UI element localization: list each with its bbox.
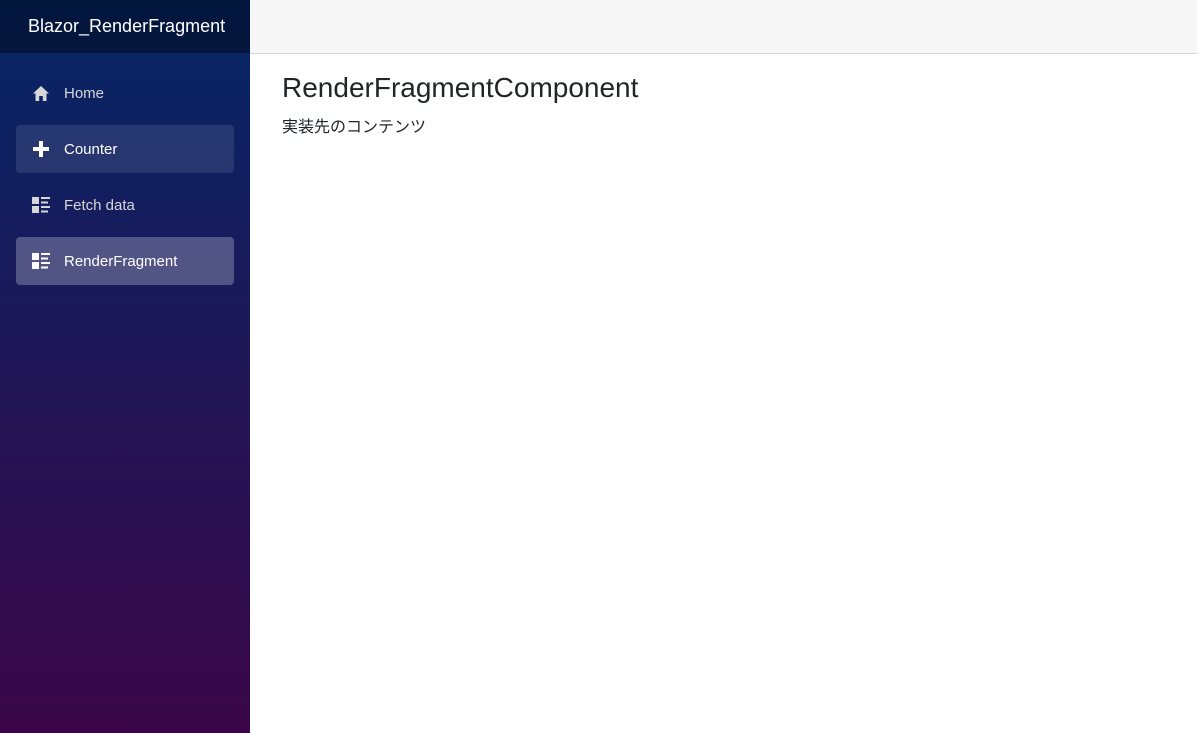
page-content: RenderFragmentComponent 実装先のコンテンツ xyxy=(250,54,1197,137)
page-title: RenderFragmentComponent xyxy=(282,72,639,103)
home-icon xyxy=(31,83,51,103)
plus-icon xyxy=(31,139,51,159)
sidebar-item-label: Home xyxy=(64,84,105,102)
main-area: RenderFragmentComponent 実装先のコンテンツ xyxy=(250,0,1197,733)
sidebar-item-label: Counter xyxy=(64,140,118,158)
list-icon xyxy=(31,195,51,215)
sidebar-item-fetch-data[interactable]: Fetch data xyxy=(16,181,234,229)
page-text: 実装先のコンテンツ xyxy=(282,118,427,136)
list-icon xyxy=(31,251,51,271)
sidebar-item-label: Fetch data xyxy=(64,196,135,214)
nav-menu: Home Counter Fetch data RenderFragment xyxy=(0,53,250,293)
sidebar: Blazor_RenderFragment Home Counter Fetch… xyxy=(0,0,250,733)
app-root: Blazor_RenderFragment Home Counter Fetch… xyxy=(0,0,1197,733)
brand-bar: Blazor_RenderFragment xyxy=(0,0,250,53)
sidebar-item-renderfragment[interactable]: RenderFragment xyxy=(16,237,234,285)
top-row xyxy=(250,0,1197,54)
sidebar-item-label: RenderFragment xyxy=(64,252,178,270)
sidebar-item-home[interactable]: Home xyxy=(16,69,234,117)
sidebar-item-counter[interactable]: Counter xyxy=(16,125,234,173)
brand-link[interactable]: Blazor_RenderFragment xyxy=(28,16,225,37)
